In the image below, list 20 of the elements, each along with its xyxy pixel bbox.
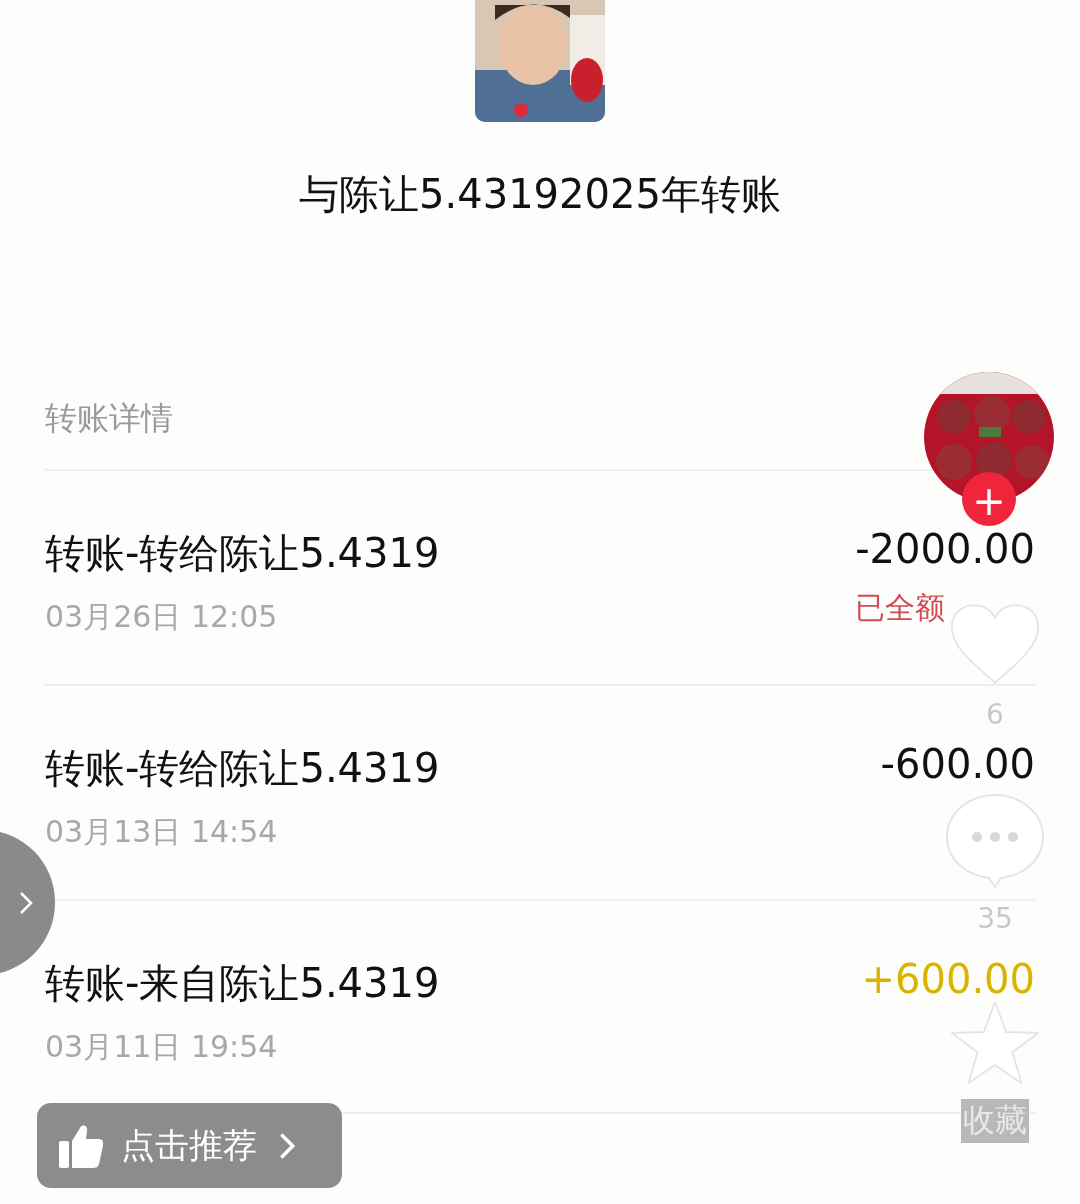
transaction-title: 转账-转给陈让5.4319 <box>45 529 440 578</box>
follow-button[interactable]: + <box>962 472 1016 526</box>
thumbs-up-icon <box>59 1123 103 1168</box>
recommend-button[interactable]: 点击推荐 <box>37 1103 342 1188</box>
transaction-title: 转账-来自陈让5.4319 <box>45 959 440 1008</box>
transaction-amount: +600.00 <box>861 956 1035 1002</box>
page-title: 与陈让5.43192025年转账 <box>299 170 781 219</box>
transaction-amount: -2000.00 <box>855 526 1035 572</box>
transaction-date: 03月11日 19:54 <box>45 1028 279 1066</box>
transaction-title: 转账-转给陈让5.4319 <box>45 744 440 793</box>
chevron-icon <box>19 890 33 915</box>
transaction-date: 03月26日 12:05 <box>45 598 279 636</box>
transaction-amount: -600.00 <box>880 741 1035 787</box>
heart-icon[interactable] <box>950 603 1040 685</box>
star-icon[interactable] <box>949 999 1041 1087</box>
section-label: 转账详情 <box>45 398 174 439</box>
chevron-icon <box>279 1131 295 1160</box>
comment-icon[interactable] <box>945 793 1045 889</box>
transaction-date: 03月13日 14:54 <box>45 813 279 851</box>
refund-status: 已全额 <box>855 589 945 627</box>
